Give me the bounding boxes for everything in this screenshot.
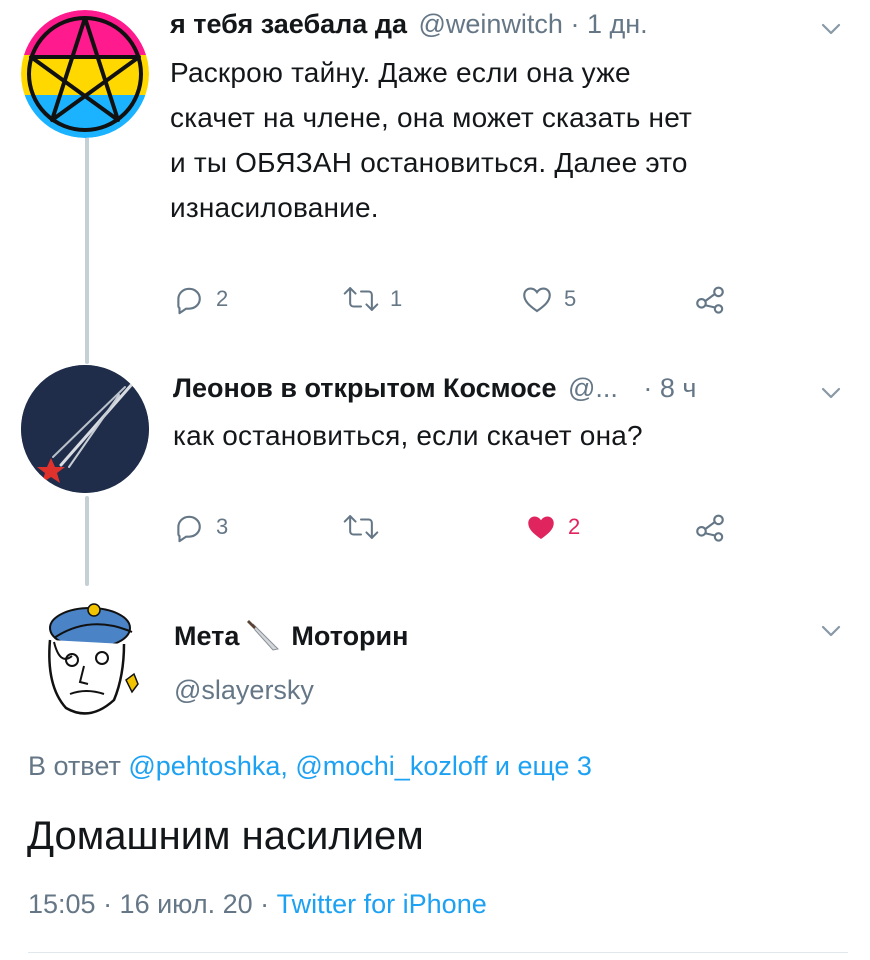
retweet-icon — [343, 515, 379, 539]
divider — [28, 952, 848, 953]
reply-mention[interactable]: @pehtoshka, — [128, 751, 288, 781]
knife-emoji-icon — [247, 620, 280, 651]
comet-avatar-icon — [21, 365, 149, 493]
retweet-icon — [343, 287, 379, 311]
like-count: 5 — [564, 286, 577, 311]
handle[interactable]: @weinwitch — [419, 9, 563, 39]
reply-mention[interactable]: @mochi_kozloff — [295, 751, 487, 781]
avatar-slayersky[interactable] — [20, 596, 150, 726]
chevron-down-icon[interactable] — [820, 18, 842, 40]
tweet-text-line: скачет на члене, она может сказать нет — [170, 102, 693, 133]
timestamp[interactable]: · 8 ч — [643, 373, 696, 403]
reply-more[interactable]: и еще 3 — [495, 751, 592, 781]
reply-count: 3 — [216, 514, 229, 539]
like-icon — [523, 287, 551, 313]
reply-count: 2 — [216, 286, 229, 311]
reply-context: В ответ @pehtoshka, @mochi_kozloff и еще… — [28, 746, 592, 786]
share-button[interactable] — [692, 282, 728, 316]
tweet-text-line: Раскрою тайну. Даже если она уже — [170, 57, 631, 88]
tweet-text-line: и ты ОБЯЗАН остановиться. Далее это — [170, 147, 688, 178]
reply-prefix: В ответ — [28, 751, 121, 781]
share-icon — [696, 286, 724, 314]
tweet-timestamp[interactable]: 15:05 · 16 июл. 20 · — [28, 889, 269, 919]
tweet-client[interactable]: Twitter for iPhone — [277, 889, 487, 919]
handle[interactable]: @... — [568, 373, 618, 403]
tweet-meta: 15:05 · 16 июл. 20 · Twitter for iPhone — [28, 884, 487, 924]
retweet-count: 1 — [390, 286, 403, 311]
like-count: 2 — [568, 514, 581, 539]
chevron-down-icon[interactable] — [820, 382, 842, 404]
like-button[interactable]: 2 — [524, 510, 580, 544]
meme-face-avatar-icon — [48, 603, 139, 715]
thread-line — [85, 496, 89, 586]
tweet-text: как остановиться, если скачет она? — [173, 420, 643, 451]
main-tweet-text: Домашним насилием — [27, 814, 424, 858]
timestamp[interactable]: · 1 дн. — [570, 9, 647, 39]
share-button[interactable] — [692, 510, 728, 544]
display-name-second[interactable]: Моторин — [291, 616, 408, 656]
retweet-button[interactable]: 1 — [342, 282, 402, 316]
pentagram-avatar-icon — [21, 10, 149, 138]
share-icon — [696, 514, 724, 542]
like-icon — [528, 516, 554, 540]
reply-icon — [177, 515, 201, 543]
thread-line — [85, 132, 89, 364]
avatar-leonov[interactable] — [21, 365, 149, 493]
display-name[interactable]: я тебя заебала да — [170, 9, 407, 39]
display-name-first[interactable]: Мета — [174, 616, 239, 656]
like-button[interactable]: 5 — [520, 282, 576, 316]
reply-button[interactable]: 3 — [172, 510, 228, 544]
retweet-button[interactable] — [342, 510, 390, 544]
reply-button[interactable]: 2 — [172, 282, 228, 316]
display-name[interactable]: Леонов в открытом Космосе — [173, 373, 556, 403]
chevron-down-icon[interactable] — [820, 620, 842, 642]
tweet-text-line: изнасилование. — [170, 192, 379, 223]
tweet-text: Раскрою тайну. Даже если она уже скачет … — [170, 50, 840, 230]
reply-icon — [177, 287, 201, 315]
handle[interactable]: @slayersky — [174, 670, 314, 710]
avatar-weinwitch[interactable] — [21, 10, 149, 138]
